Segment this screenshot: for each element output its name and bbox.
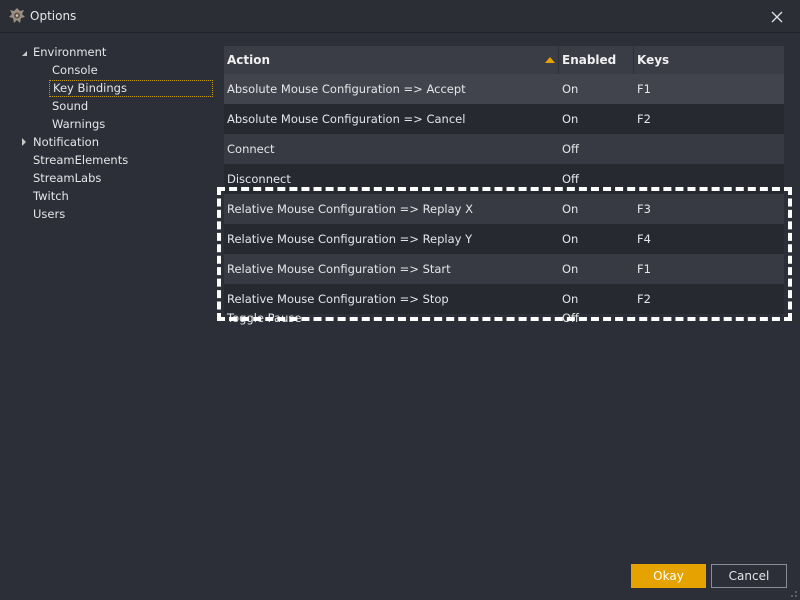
tree-item-label: StreamLabs (33, 171, 102, 185)
resize-grip-icon[interactable] (788, 588, 798, 598)
close-button[interactable] (754, 0, 800, 33)
keys-cell: F1 (637, 262, 651, 276)
action-cell: Disconnect (227, 172, 291, 186)
action-cell: Toggle Pause (227, 311, 302, 325)
tree-item-twitch[interactable]: Twitch (30, 188, 72, 205)
action-cell: Relative Mouse Configuration => Replay Y (227, 232, 473, 246)
keys-cell: F3 (637, 202, 651, 216)
action-cell: Relative Mouse Configuration => Start (227, 262, 451, 276)
enabled-cell: Off (562, 172, 579, 186)
expanded-triangle-icon[interactable] (20, 49, 28, 57)
tree-item-warnings[interactable]: Warnings (49, 116, 108, 133)
action-cell: Relative Mouse Configuration => Replay X (227, 202, 474, 216)
keys-cell: F1 (637, 82, 651, 96)
table-row[interactable]: Relative Mouse Configuration => Replay Y… (224, 224, 784, 254)
table-row[interactable]: Absolute Mouse Configuration => Accept O… (224, 74, 784, 104)
tree-item-environment[interactable]: Environment (22, 44, 109, 61)
tree-item-console[interactable]: Console (49, 62, 101, 79)
tree-item-streamelements[interactable]: StreamElements (30, 152, 131, 169)
table-row[interactable]: Relative Mouse Configuration => Start On… (224, 254, 784, 284)
tree-item-label: Environment (33, 45, 107, 59)
tree-item-label: Key Bindings (49, 80, 213, 97)
enabled-cell: Off (562, 142, 579, 156)
tree-item-sound[interactable]: Sound (49, 98, 91, 115)
enabled-cell: On (562, 82, 579, 96)
close-icon (771, 11, 783, 22)
action-cell: Absolute Mouse Configuration => Cancel (227, 112, 466, 126)
tree-item-label: Users (33, 207, 66, 221)
title-bar: Options (0, 0, 800, 33)
enabled-cell: On (562, 202, 579, 216)
tree-item-notification[interactable]: Notification (22, 134, 102, 151)
game-controller-logo-icon (9, 8, 25, 23)
enabled-cell: On (562, 112, 579, 126)
table-row[interactable]: Relative Mouse Configuration => Replay X… (224, 194, 784, 224)
action-cell: Connect (227, 142, 275, 156)
table-row[interactable]: Relative Mouse Configuration => Stop On … (224, 284, 784, 314)
enabled-cell: Off (562, 311, 579, 325)
enabled-cell: On (562, 232, 579, 246)
column-header-label: Keys (637, 53, 670, 67)
okay-button[interactable]: Okay (631, 564, 706, 588)
table-header: Action Enabled Keys (224, 46, 784, 74)
column-header-enabled[interactable]: Enabled (559, 46, 634, 74)
keys-cell: F4 (637, 232, 651, 246)
tree-item-label: Console (52, 63, 98, 77)
action-cell: Absolute Mouse Configuration => Accept (227, 82, 466, 96)
tree-item-streamlabs[interactable]: StreamLabs (30, 170, 104, 187)
sort-ascending-icon (545, 57, 555, 63)
tree-item-label: Notification (33, 135, 99, 149)
tree-item-label: StreamElements (33, 153, 129, 167)
table-row[interactable]: Connect Off (224, 134, 784, 164)
tree-item-label: Sound (52, 99, 89, 113)
table-row[interactable]: Toggle Pause Off (224, 311, 784, 334)
key-bindings-table: Action Enabled Keys Absolute Mouse Confi… (224, 46, 784, 334)
collapsed-triangle-icon[interactable] (20, 138, 28, 146)
keys-cell: F2 (637, 112, 651, 126)
column-header-label: Enabled (562, 53, 617, 67)
tree-item-label: Warnings (52, 117, 106, 131)
window-title: Options (30, 9, 77, 23)
column-header-keys[interactable]: Keys (634, 46, 784, 74)
column-header-action[interactable]: Action (224, 46, 559, 74)
tree-item-key-bindings[interactable]: Key Bindings (49, 80, 213, 97)
tree-item-users[interactable]: Users (30, 206, 68, 223)
enabled-cell: On (562, 262, 579, 276)
keys-cell: F2 (637, 292, 651, 306)
cancel-button[interactable]: Cancel (711, 564, 787, 588)
tree-item-label: Twitch (33, 189, 69, 203)
table-row[interactable]: Absolute Mouse Configuration => Cancel O… (224, 104, 784, 134)
column-header-label: Action (227, 53, 271, 67)
table-row[interactable]: Disconnect Off (224, 164, 784, 194)
